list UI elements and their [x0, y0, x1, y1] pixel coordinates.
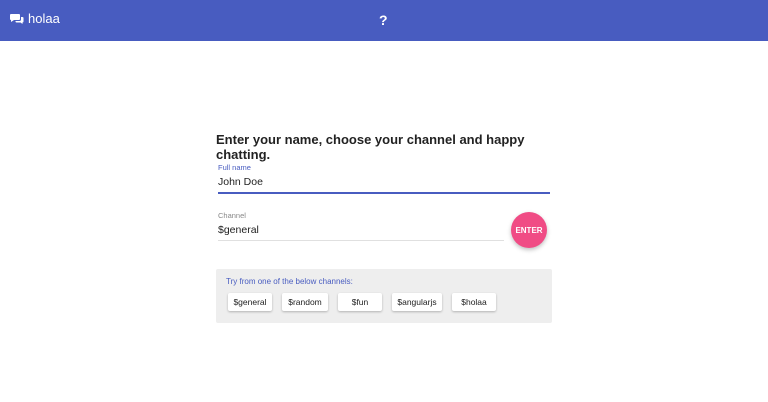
channel-chip-random[interactable]: $random — [282, 293, 328, 311]
channel-chip-row: $general $random $fun $angularjs $holaa — [228, 293, 496, 311]
channel-chip-fun[interactable]: $fun — [338, 293, 382, 311]
enter-button[interactable]: ENTER — [511, 212, 547, 248]
full-name-field[interactable]: Full name John Doe — [218, 163, 550, 194]
brand-logo[interactable]: holaa — [10, 11, 60, 26]
brand-name: holaa — [28, 11, 60, 26]
top-app-bar: holaa ? — [0, 0, 768, 41]
channel-chip-holaa[interactable]: $holaa — [452, 293, 496, 311]
full-name-input[interactable]: John Doe — [218, 175, 550, 192]
full-name-label: Full name — [218, 163, 251, 172]
channel-chip-general[interactable]: $general — [228, 293, 272, 311]
channel-chip-angularjs[interactable]: $angularjs — [392, 293, 442, 311]
channel-suggestions: Try from one of the below channels: $gen… — [216, 269, 552, 323]
channel-input[interactable]: $general — [218, 223, 504, 240]
channel-suggestions-hint: Try from one of the below channels: — [226, 277, 353, 286]
channel-field[interactable]: Channel $general — [218, 211, 504, 241]
channel-underline — [218, 240, 504, 241]
help-button[interactable]: ? — [379, 12, 388, 28]
page-title: Enter your name, choose your channel and… — [216, 132, 525, 162]
chat-bubbles-icon — [10, 13, 24, 25]
full-name-underline — [218, 192, 550, 194]
channel-label: Channel — [218, 211, 246, 220]
